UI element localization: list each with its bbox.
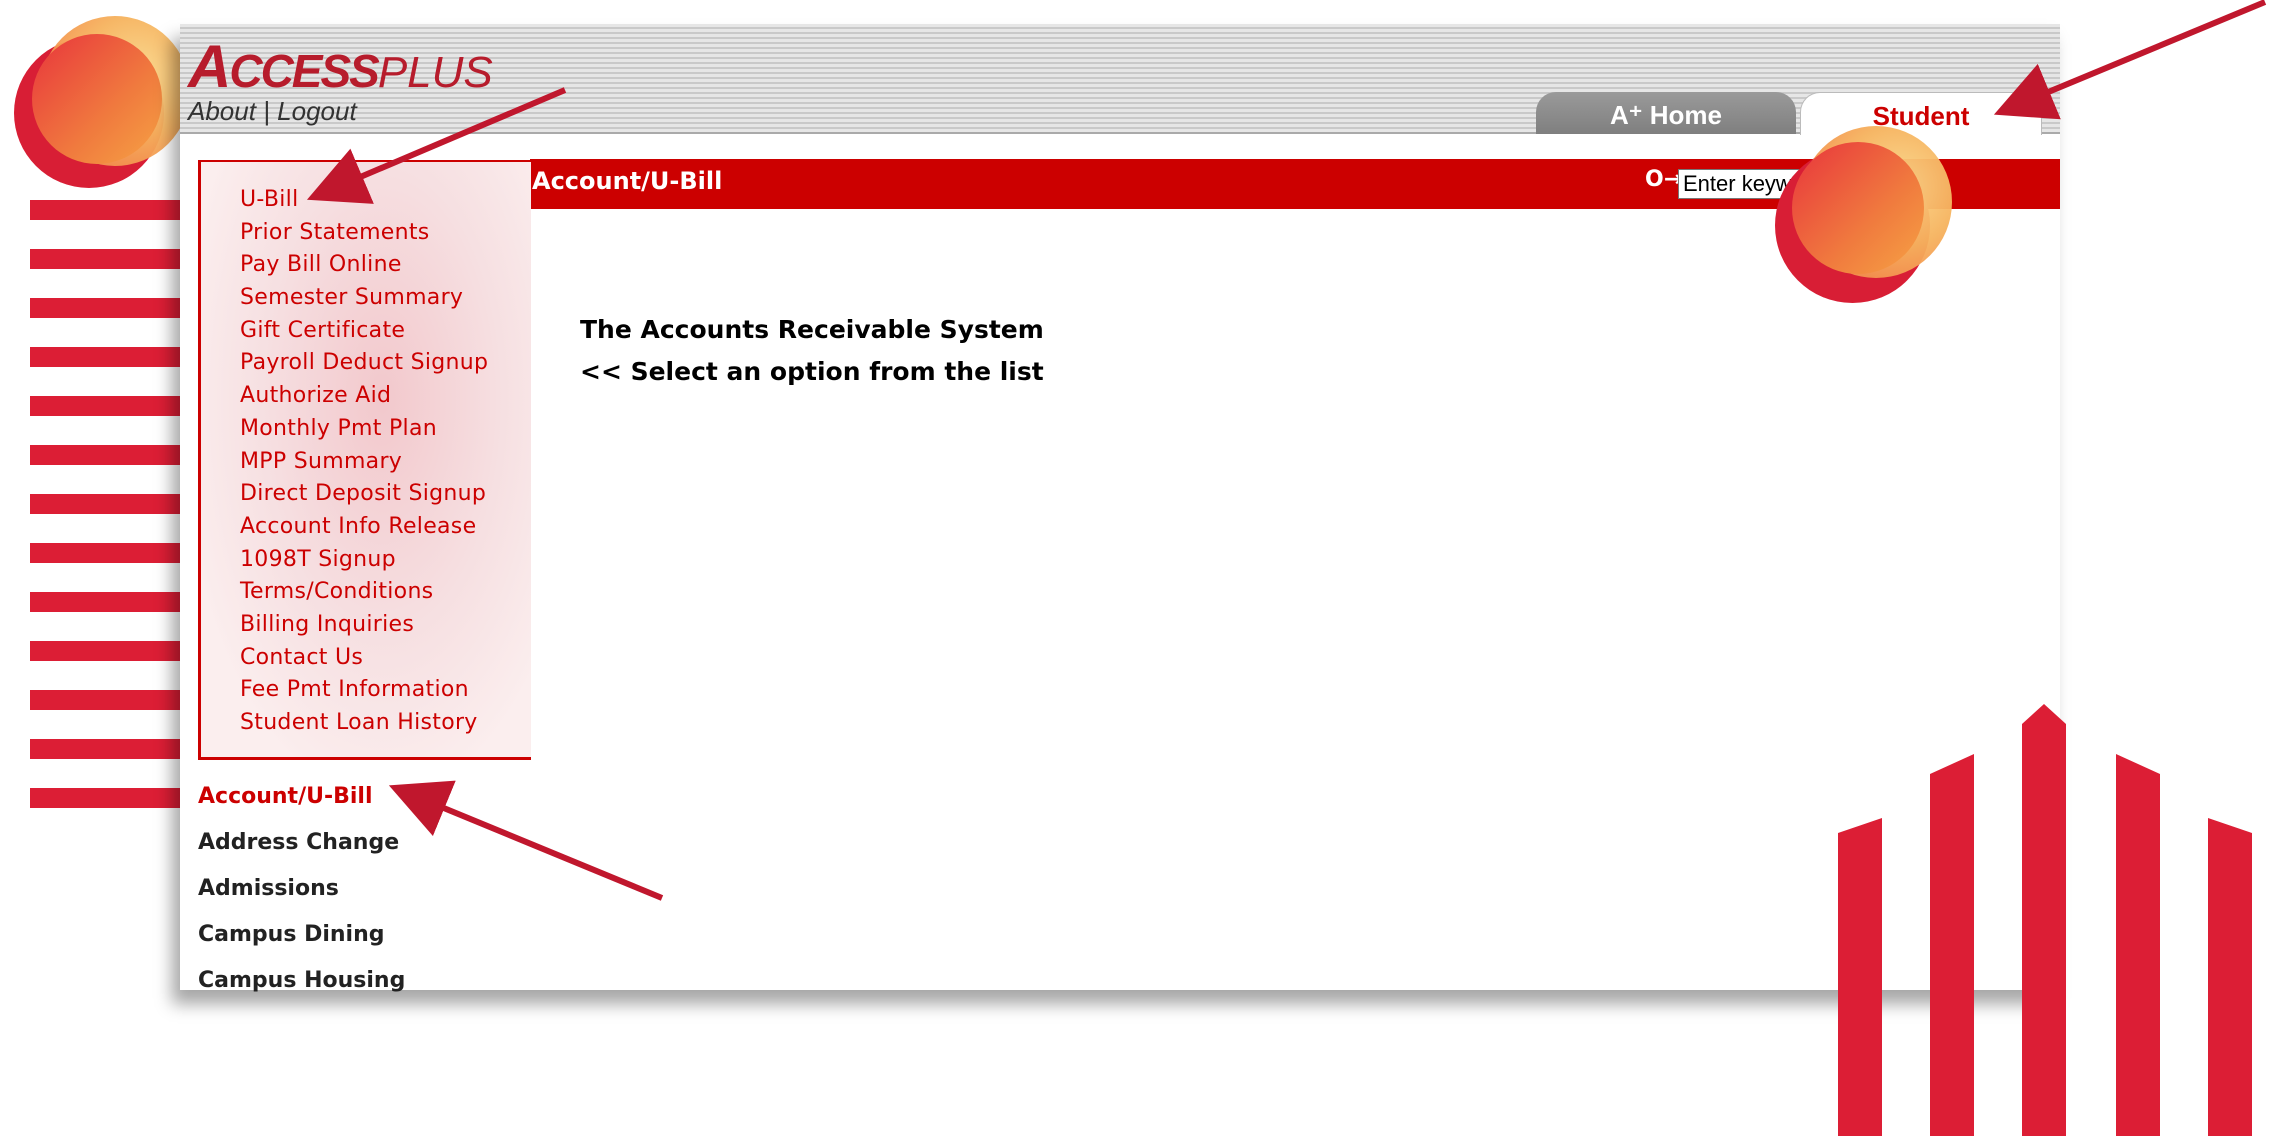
annotation-arrows [306,0,2267,901]
arrow-to-account-u-bill [388,780,664,901]
arrow-to-student-tab [1993,0,2267,120]
arrow-to-u-bill [306,87,567,204]
